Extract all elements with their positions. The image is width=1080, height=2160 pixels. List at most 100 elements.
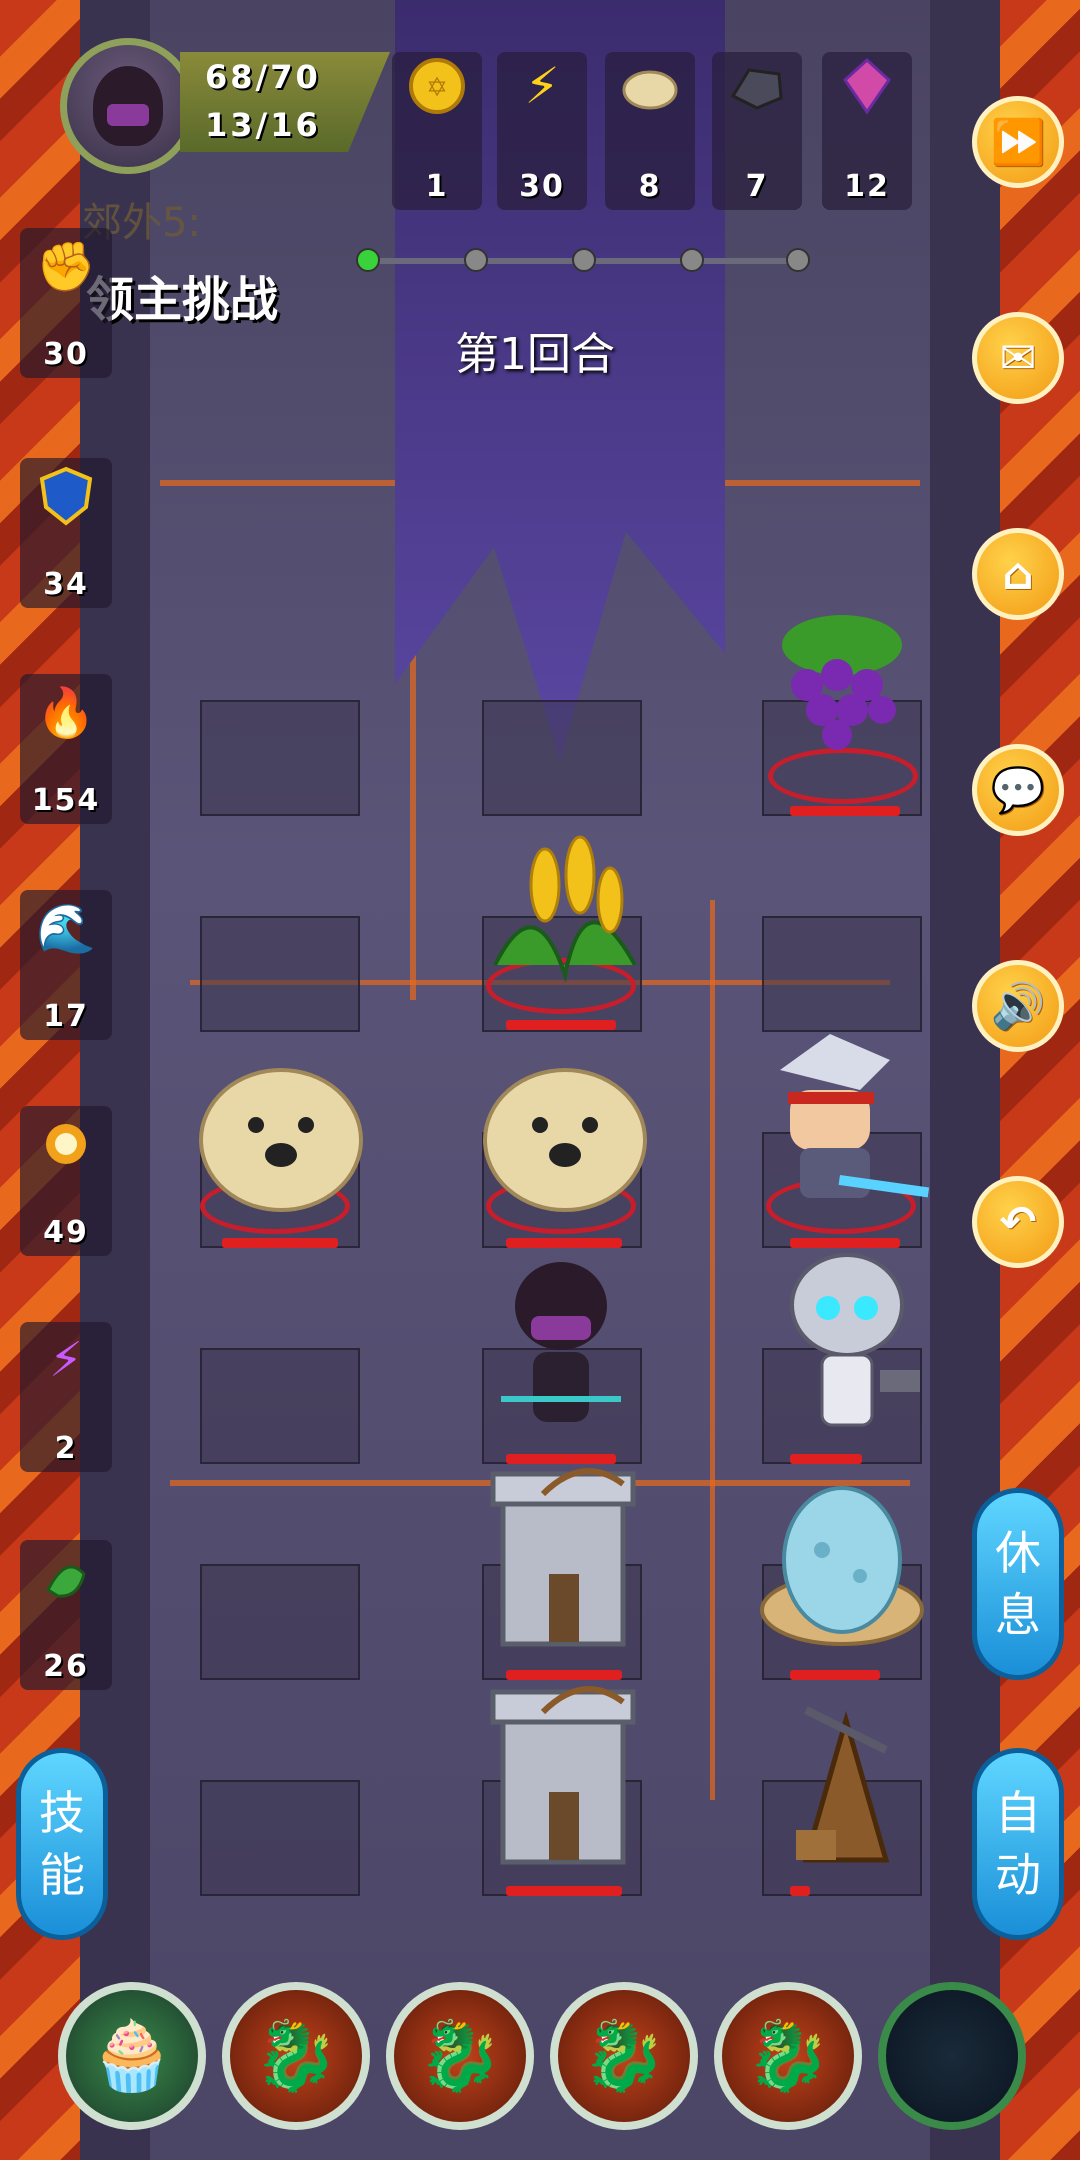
skill-button[interactable]: 技能 [16, 1748, 108, 1940]
flame-icon [34, 1112, 98, 1176]
item-slot-fire-dragon[interactable]: 🐉 [714, 1982, 862, 2130]
skeleton-icon [790, 1253, 920, 1427]
board-cell[interactable] [200, 916, 360, 1032]
fire-dragon-icon: 🐉 [417, 2017, 503, 2096]
mail-button[interactable]: ✉ [972, 312, 1064, 404]
fire-dragon-icon: 🐉 [253, 2017, 339, 2096]
fast-forward-button[interactable]: ⏩ [972, 96, 1064, 188]
sound-icon: 🔊 [990, 981, 1046, 1032]
back-button[interactable]: ↶ [972, 1176, 1064, 1268]
rest-button[interactable]: 休息 [972, 1488, 1064, 1680]
resource-gold[interactable]: ✡ 1 [392, 52, 482, 210]
svg-text:✡: ✡ [426, 73, 448, 103]
wave-dot [356, 248, 380, 272]
item-slot-fire-dragon[interactable]: 🐉 [222, 1982, 370, 2130]
chat-button[interactable]: 💬 [972, 744, 1064, 836]
board-cell[interactable] [200, 1780, 360, 1896]
resource-energy[interactable]: ⚡ 30 [497, 52, 587, 210]
poison-icon [34, 1546, 98, 1610]
round-label: 第1回合 [455, 329, 615, 380]
home-button[interactable]: ⌂ [972, 528, 1064, 620]
item-slot-fire-dragon[interactable]: 🐉 [550, 1982, 698, 2130]
home-icon: ⌂ [1002, 548, 1034, 600]
crystal-icon [837, 56, 897, 116]
fast-forward-icon: ⏩ [990, 117, 1046, 168]
player-hp: 68/70 [205, 58, 321, 96]
arrow-tower-unit[interactable] [470, 1454, 656, 1654]
hp-bar [506, 1238, 622, 1248]
stat-fire: 49 [20, 1106, 112, 1256]
board-cell[interactable] [482, 700, 642, 816]
resource-iron[interactable]: 7 [712, 52, 802, 210]
resource-crystal[interactable]: 12 [822, 52, 912, 210]
wave-icon: 🌊 [36, 900, 96, 957]
catapult-unit[interactable] [766, 1680, 936, 1870]
mail-icon: ✉ [999, 332, 1037, 384]
board-cell[interactable] [200, 700, 360, 816]
hp-bar [506, 1020, 616, 1030]
stat-defense: 34 [20, 458, 112, 608]
swordsman-unit[interactable] [740, 1030, 940, 1220]
item-slot-fire-dragon[interactable]: 🐉 [386, 1982, 534, 2130]
item-slot-cupcake[interactable]: 🧁 [58, 1982, 206, 2130]
chowchow-icon [199, 1068, 363, 1212]
skeleton-unit[interactable] [762, 1250, 932, 1450]
chowchow-unit[interactable] [470, 1040, 660, 1220]
corn-plant-icon [493, 835, 637, 983]
shield-icon [34, 464, 98, 528]
player-level: 13/16 [205, 106, 321, 144]
chowchow-icon [483, 1068, 647, 1212]
hp-bar [790, 806, 900, 816]
stat-water: 🌊 17 [20, 890, 112, 1040]
back-icon: ↶ [999, 1196, 1037, 1248]
wave-dot [572, 248, 596, 272]
chowchow-unit[interactable] [186, 1040, 376, 1220]
player-avatar[interactable] [60, 38, 196, 174]
fist-icon: ✊ [36, 238, 96, 295]
fire-spirit-icon: 🔥 [36, 684, 96, 741]
ninja-portrait-icon [93, 66, 163, 146]
resource-bun[interactable]: 8 [605, 52, 695, 210]
hp-bar [790, 1454, 862, 1464]
ninja-hero-icon [501, 1262, 621, 1422]
bun-icon [620, 56, 680, 116]
hp-bar [506, 1886, 622, 1896]
item-slot-empty[interactable] [878, 1982, 1026, 2130]
board-cell[interactable] [200, 1564, 360, 1680]
challenge-title: 领主挑战 [86, 272, 279, 328]
ninja-hero-unit[interactable] [486, 1256, 636, 1446]
board-cell[interactable] [762, 916, 922, 1032]
hp-bar [790, 1670, 880, 1680]
hp-bar [790, 1886, 810, 1896]
arrow-tower-icon [490, 1686, 636, 1865]
stat-poison: 26 [20, 1540, 112, 1690]
lightning-icon: ⚡ [524, 57, 560, 115]
sound-button[interactable]: 🔊 [972, 960, 1064, 1052]
fire-dragon-icon: 🐉 [581, 2017, 667, 2096]
lightning-rune-icon: ⚡ [49, 1332, 83, 1388]
grape-bush-icon [782, 615, 902, 750]
gold-coin-icon: ✡ [407, 56, 467, 116]
auto-button[interactable]: 自动 [972, 1748, 1064, 1940]
hp-bar [790, 1238, 900, 1248]
egg-icon [760, 1486, 924, 1646]
wave-dot [464, 248, 488, 272]
wave-dot [680, 248, 704, 272]
stat-attack: ✊ 30 [20, 228, 112, 378]
fire-dragon-icon: 🐉 [745, 2017, 831, 2096]
catapult-icon [796, 1706, 890, 1863]
swordsman-icon [780, 1034, 930, 1198]
iron-ore-icon [727, 56, 787, 116]
wave-dot [786, 248, 810, 272]
cupcake-icon: 🧁 [89, 2017, 175, 2096]
chat-icon: 💬 [990, 765, 1046, 816]
board-cell[interactable] [200, 1348, 360, 1464]
arrow-tower-icon [490, 1468, 636, 1647]
egg-unit[interactable] [752, 1480, 932, 1660]
hp-bar [222, 1238, 338, 1248]
grape-bush-unit[interactable] [752, 600, 932, 780]
stat-fire-spirit: 🔥 154 [20, 674, 112, 824]
corn-plant-unit[interactable] [470, 820, 660, 1000]
arrow-tower-unit[interactable] [470, 1672, 656, 1872]
stat-lightning: ⚡ 2 [20, 1322, 112, 1472]
